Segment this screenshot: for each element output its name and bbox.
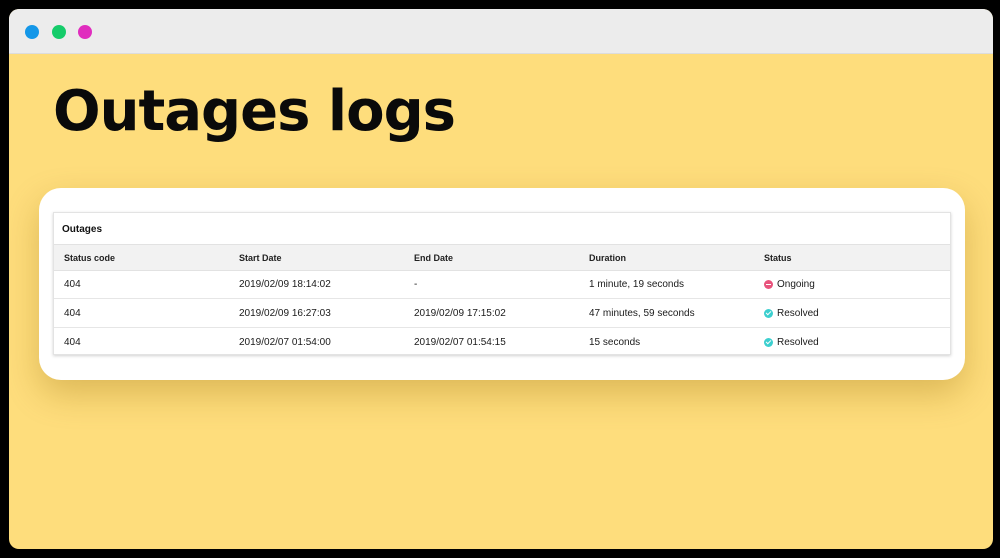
column-header-status: Status (764, 252, 792, 263)
end-date-cell: - (414, 278, 418, 290)
column-header-duration: Duration (589, 252, 626, 263)
status-cell: Resolved (764, 299, 819, 327)
start-date-cell: 2019/02/09 16:27:03 (239, 307, 331, 319)
end-date-cell: 2019/02/07 01:54:15 (414, 336, 506, 348)
end-date-cell: 2019/02/09 17:15:02 (414, 307, 506, 319)
start-date-cell: 2019/02/07 01:54:00 (239, 336, 331, 348)
outages-panel-title: Outages (62, 224, 103, 235)
page-title: Outages logs (53, 79, 456, 144)
status-code-cell: 404 (64, 307, 81, 319)
status-cell: Resolved (764, 328, 819, 356)
outages-table-panel: Outages Status code Start Date End Date … (53, 212, 951, 355)
duration-cell: 47 minutes, 59 seconds (589, 307, 695, 319)
maximize-window-button[interactable] (78, 25, 92, 39)
table-row[interactable]: 404 2019/02/09 16:27:03 2019/02/09 17:15… (54, 299, 950, 328)
window-titlebar (9, 9, 993, 54)
browser-window: Outages logs Outages Status code Start D… (9, 9, 993, 549)
table-row[interactable]: 404 2019/02/09 18:14:02 - 1 minute, 19 s… (54, 270, 950, 299)
duration-cell: 1 minute, 19 seconds (589, 278, 685, 290)
status-label: Resolved (777, 307, 819, 319)
check-circle-icon (764, 308, 773, 318)
table-header-row: Status code Start Date End Date Duration… (54, 244, 950, 271)
column-header-end-date: End Date (414, 252, 454, 263)
start-date-cell: 2019/02/09 18:14:02 (239, 278, 331, 290)
table-row[interactable]: 404 2019/02/07 01:54:00 2019/02/07 01:54… (54, 328, 950, 356)
status-label: Resolved (777, 336, 819, 348)
column-header-start-date: Start Date (239, 252, 282, 263)
close-window-button[interactable] (25, 25, 39, 39)
minus-circle-icon (764, 279, 773, 289)
check-circle-icon (764, 337, 773, 347)
status-code-cell: 404 (64, 336, 81, 348)
minimize-window-button[interactable] (52, 25, 66, 39)
outages-card: Outages Status code Start Date End Date … (39, 188, 965, 380)
status-cell: Ongoing (764, 270, 815, 298)
column-header-status-code: Status code (64, 252, 116, 263)
status-label: Ongoing (777, 278, 815, 290)
status-code-cell: 404 (64, 278, 81, 290)
duration-cell: 15 seconds (589, 336, 641, 348)
